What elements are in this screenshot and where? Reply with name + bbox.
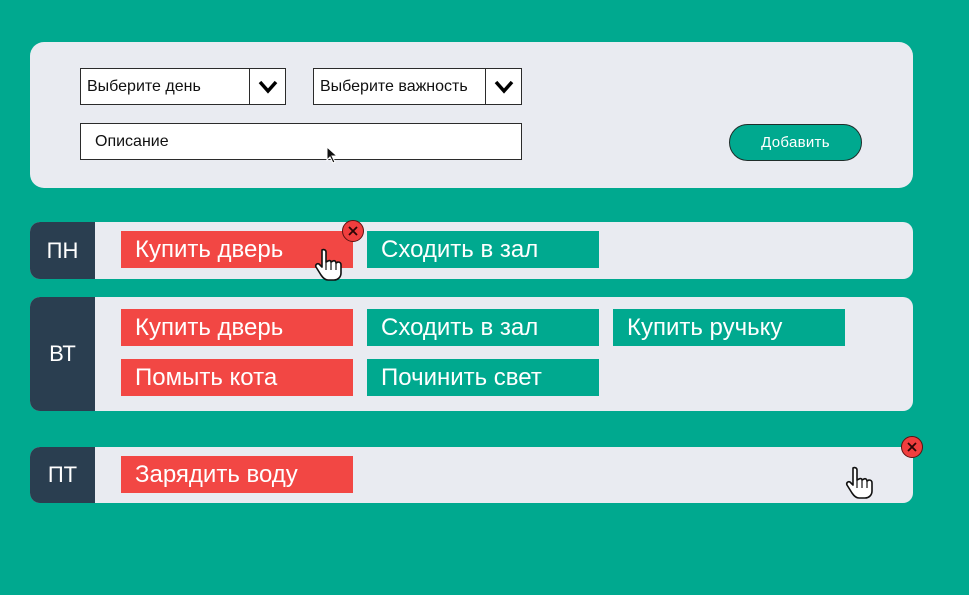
close-icon[interactable] [342,220,364,242]
task-item[interactable]: Сходить в зал [367,309,599,346]
task-item[interactable]: Помыть кота [121,359,353,396]
task-form-panel: Выберите день Выберите важность Описание… [30,42,913,188]
chevron-down-icon[interactable] [485,69,521,104]
task-item[interactable]: Зарядить воду [121,456,353,493]
task-item[interactable]: Купить ручьку [613,309,845,346]
day-select[interactable]: Выберите день [80,68,286,105]
hand-pointer-icon [314,248,346,287]
day-label: ВТ [30,297,95,411]
task-item[interactable]: Сходить в зал [367,231,599,268]
importance-select[interactable]: Выберите важность [313,68,522,105]
arrow-pointer-icon [326,145,340,169]
day-row-friday: ПТ Зарядить воду [30,436,923,505]
chevron-down-icon[interactable] [249,69,285,104]
task-item[interactable]: Починить свет [367,359,599,396]
description-input[interactable]: Описание [80,123,522,160]
hand-pointer-icon [845,466,877,505]
task-item[interactable]: Купить дверь [121,309,353,346]
close-icon[interactable] [901,436,923,458]
day-label: ПН [30,222,95,279]
add-button[interactable]: Добавить [729,124,862,161]
day-select-value: Выберите день [87,77,201,95]
day-row-monday: ПН Купить дверь Сходить в зал [30,220,913,281]
description-input-value: Описание [95,132,169,150]
day-label: ПТ [30,447,95,503]
day-row-tuesday: ВТ Купить дверь Сходить в зал Купить руч… [30,297,913,411]
importance-select-value: Выберите важность [320,77,468,95]
